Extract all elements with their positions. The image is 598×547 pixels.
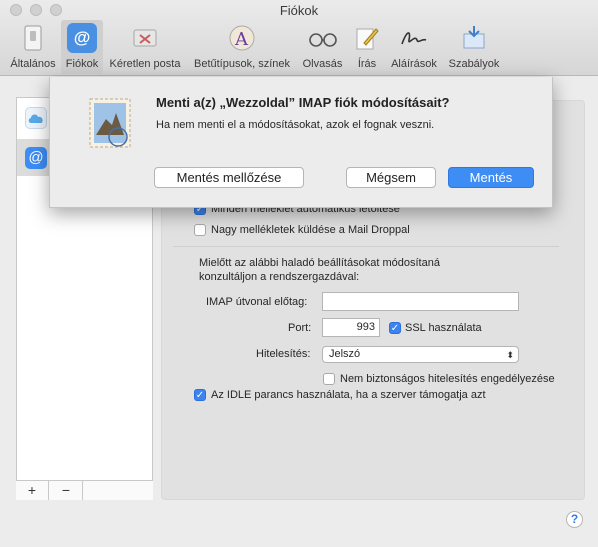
save-button[interactable]: Mentés	[448, 167, 534, 188]
tab-junk-mail-label: Kéretlen posta	[109, 58, 181, 70]
general-switch-icon	[18, 23, 48, 53]
insecure-auth-checkbox[interactable]	[323, 373, 335, 385]
port-label: Port:	[288, 322, 312, 334]
mail-drop-label: Nagy mellékletek küldése a Mail Droppal	[211, 224, 410, 236]
save-changes-sheet: Menti a(z) „Wezzoldal” IMAP fiók módosít…	[49, 77, 553, 208]
advisory-text-line-2: konzultáljon a rendszergazdával:	[199, 271, 360, 283]
tab-signatures-label: Aláírások	[391, 58, 437, 70]
cloud-icon	[25, 107, 47, 129]
tab-accounts[interactable]: @ Fiókok	[61, 20, 103, 74]
reading-glasses-icon	[308, 23, 338, 53]
preferences-window: Fiókok Általános @ Fiókok Kéretlen posta…	[0, 0, 598, 547]
advisory-text-line-1: Mielőtt az alábbi haladó beállításokat m…	[199, 257, 440, 269]
insecure-auth-label: Nem biztonságos hitelesítés engedélyezés…	[340, 373, 555, 385]
idle-checkbox[interactable]: ✓	[194, 389, 206, 401]
tab-rules[interactable]: Szabályok	[446, 20, 502, 74]
authentication-value: Jelszó	[329, 348, 361, 360]
section-divider	[173, 246, 559, 247]
tab-composing[interactable]: Írás	[352, 20, 382, 74]
ssl-checkbox[interactable]: ✓	[389, 322, 401, 334]
help-button[interactable]: ?	[566, 511, 583, 528]
window-title: Fiókok	[279, 3, 319, 18]
tab-signatures[interactable]: Aláírások	[388, 20, 440, 74]
dont-save-button[interactable]: Mentés mellőzése	[154, 167, 304, 188]
remove-account-button[interactable]: −	[50, 481, 83, 500]
authentication-label: Hitelesítés:	[256, 348, 311, 360]
rules-icon	[459, 23, 489, 53]
accounts-at-icon: @	[67, 23, 97, 53]
cancel-button[interactable]: Mégsem	[346, 167, 436, 188]
composing-pencil-icon	[352, 23, 382, 53]
tab-viewing[interactable]: Olvasás	[300, 20, 345, 74]
imap-prefix-input[interactable]	[322, 292, 519, 311]
tab-rules-label: Szabályok	[448, 58, 500, 70]
dialog-message: Ha nem menti el a módosításokat, azok el…	[156, 119, 435, 131]
svg-text:A: A	[234, 29, 249, 50]
updown-chevron-icon: ⬍	[506, 350, 514, 360]
junk-mail-icon	[130, 23, 160, 53]
add-account-button[interactable]: +	[16, 481, 49, 500]
idle-label: Az IDLE parancs használata, ha a szerver…	[211, 389, 486, 401]
toolbar: Fiókok Általános @ Fiókok Kéretlen posta…	[0, 0, 598, 76]
tab-accounts-label: Fiókok	[65, 58, 99, 70]
authentication-popup[interactable]: Jelszó ⬍	[322, 346, 519, 363]
signature-icon	[399, 23, 429, 53]
tab-fonts-colors-label: Betűtípusok, színek	[194, 58, 290, 70]
account-list-buttons: + −	[16, 480, 153, 500]
tab-junk-mail[interactable]: Kéretlen posta	[110, 20, 180, 74]
tab-general[interactable]: Általános	[8, 20, 58, 74]
port-input[interactable]: 993	[322, 318, 380, 337]
fonts-colors-icon: A	[227, 23, 257, 53]
ssl-label: SSL használata	[405, 322, 482, 334]
mail-drop-checkbox[interactable]	[194, 224, 206, 236]
tab-viewing-label: Olvasás	[302, 58, 343, 70]
mail-stamp-icon	[82, 95, 138, 151]
tab-fonts-colors[interactable]: A Betűtípusok, színek	[194, 20, 290, 74]
dialog-title: Menti a(z) „Wezzoldal” IMAP fiók módosít…	[156, 95, 450, 110]
at-sign-icon: @	[25, 147, 47, 169]
imap-prefix-label: IMAP útvonal előtag:	[206, 296, 308, 308]
